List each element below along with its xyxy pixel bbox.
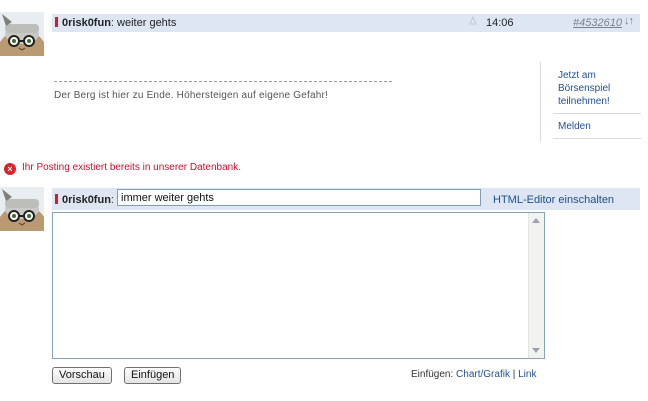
report-link[interactable]: Melden (558, 120, 591, 133)
post-author-line: 0risk0fun: weiter gehts (55, 17, 176, 29)
link-separator: | (512, 369, 516, 380)
error-message: Ihr Posting existiert bereits in unserer… (22, 162, 241, 173)
cat-avatar-icon (0, 12, 44, 56)
insert-prefix: Einfügen: (411, 369, 454, 380)
sidebar-divider-bottom (553, 138, 641, 139)
post-username-separator: : (110, 17, 114, 29)
user-marker (55, 194, 58, 204)
boersenspiel-link-line1[interactable]: Jetzt am (558, 69, 596, 82)
cat-avatar-icon (0, 187, 44, 231)
signature-divider (54, 81, 392, 82)
post-signature: Der Berg ist hier zu Ende. Höhersteigen … (54, 90, 328, 101)
reply-username: 0risk0fun (62, 194, 111, 206)
post-body-editor (52, 212, 545, 359)
boersenspiel-link-line3[interactable]: teilnehmen! (558, 95, 610, 108)
post-body-textarea[interactable] (53, 213, 529, 358)
insert-button[interactable]: Einfügen (124, 367, 182, 384)
post-time: 14:06 (486, 17, 514, 29)
preview-button[interactable]: Vorschau (52, 367, 112, 384)
error-x-circle-icon: × (4, 163, 16, 175)
reply-username-separator: : (110, 194, 114, 206)
error-message-row: × Ihr Posting existiert bereits in unsere… (4, 162, 241, 175)
insert-link-link[interactable]: Link (518, 369, 536, 380)
reply-author-line: 0risk0fun: (55, 194, 114, 206)
post-title: weiter gehts (117, 17, 177, 29)
insert-links-row: Einfügen: Chart/Grafik | Link (411, 369, 536, 380)
boersenspiel-link-line2[interactable]: Börsenspiel (558, 82, 610, 95)
chart-grafik-link[interactable]: Chart/Grafik (456, 369, 510, 380)
textarea-scrollbar[interactable] (528, 213, 544, 358)
scroll-up-arrow-icon[interactable] (532, 218, 540, 223)
post-title-input[interactable] (117, 189, 481, 206)
user-marker (55, 17, 58, 27)
sidebar-divider (553, 113, 641, 114)
post-username[interactable]: 0risk0fun (62, 17, 111, 29)
post-header-bar: 0risk0fun: weiter gehts (52, 14, 640, 32)
sort-arrows-icon[interactable]: ↓↑ (624, 15, 634, 27)
avatar[interactable] (0, 12, 44, 56)
html-editor-toggle-link[interactable]: HTML-Editor einschalten (493, 194, 614, 206)
scroll-down-arrow-icon[interactable] (532, 348, 540, 353)
rating-icon[interactable] (469, 16, 477, 26)
reply-avatar[interactable] (0, 187, 44, 231)
post-id-link[interactable]: #4532610 (573, 17, 622, 29)
